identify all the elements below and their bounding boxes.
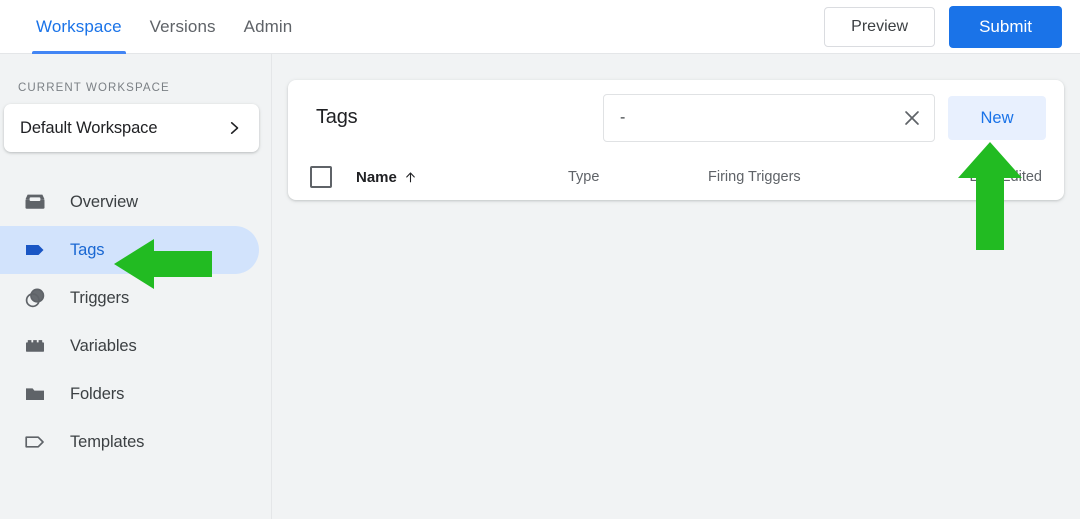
current-workspace-label: CURRENT WORKSPACE — [18, 82, 170, 94]
select-all-checkbox[interactable] — [310, 166, 332, 188]
sidebar: CURRENT WORKSPACE Default Workspace Over… — [0, 54, 272, 519]
column-header-name-label: Name — [356, 168, 397, 186]
overlapping-circles-icon — [22, 285, 48, 311]
search-field-wrapper — [603, 94, 935, 142]
top-bar-actions: Preview Submit — [824, 0, 1062, 54]
sidebar-item-variables-label: Variables — [70, 336, 137, 355]
main-content: Tags New Name — [272, 54, 1080, 519]
new-tag-button[interactable]: New — [948, 96, 1046, 140]
column-header-type[interactable]: Type — [568, 169, 599, 185]
table-header-row: Name Type Firing Triggers Last Edited — [288, 154, 1064, 200]
sidebar-item-variables[interactable]: Variables — [0, 322, 259, 370]
search-input[interactable] — [604, 95, 890, 141]
overview-box-icon — [22, 189, 48, 215]
sidebar-item-overview[interactable]: Overview — [0, 178, 259, 226]
sidebar-item-folders[interactable]: Folders — [0, 370, 259, 418]
arrow-up-icon — [404, 171, 417, 184]
workspace-selector[interactable]: Default Workspace — [4, 104, 259, 152]
sidebar-item-templates[interactable]: Templates — [0, 418, 259, 466]
column-header-last-edited[interactable]: Last Edited — [969, 169, 1042, 185]
sidebar-item-overview-label: Overview — [70, 192, 138, 211]
sidebar-item-triggers[interactable]: Triggers — [0, 274, 259, 322]
tag-outline-icon — [22, 429, 48, 455]
submit-button[interactable]: Submit — [949, 6, 1062, 48]
sidebar-item-folders-label: Folders — [70, 384, 125, 403]
tab-admin-label: Admin — [243, 16, 293, 36]
tab-admin[interactable]: Admin — [230, 0, 307, 54]
preview-button[interactable]: Preview — [824, 7, 936, 47]
column-header-firing-triggers[interactable]: Firing Triggers — [708, 169, 801, 185]
page-title: Tags — [316, 105, 358, 128]
sidebar-nav-list: Overview Tags Triggers Variables Folders… — [0, 178, 271, 466]
close-x-icon[interactable] — [890, 95, 934, 141]
chevron-right-icon — [227, 121, 241, 135]
gtm-workspace-screen: Workspace Versions Admin Preview Submit … — [0, 0, 1080, 519]
tags-card: Tags New Name — [288, 80, 1064, 200]
tab-versions-label: Versions — [149, 16, 216, 36]
tags-card-header: Tags New — [288, 80, 1064, 154]
tab-workspace[interactable]: Workspace — [22, 0, 136, 54]
submit-button-label: Submit — [979, 17, 1032, 36]
column-header-name[interactable]: Name — [356, 169, 417, 186]
workspace-name: Default Workspace — [20, 118, 158, 137]
tab-workspace-label: Workspace — [36, 16, 122, 36]
folder-icon — [22, 381, 48, 407]
preview-button-label: Preview — [851, 18, 909, 35]
top-navigation-bar: Workspace Versions Admin Preview Submit — [0, 0, 1080, 54]
tab-versions[interactable]: Versions — [136, 0, 230, 54]
sidebar-item-triggers-label: Triggers — [70, 288, 130, 307]
sidebar-item-tags-label: Tags — [70, 240, 105, 259]
tab-list: Workspace Versions Admin — [0, 0, 306, 54]
new-tag-button-label: New — [980, 108, 1014, 127]
variables-brick-icon — [22, 333, 48, 359]
sidebar-item-templates-label: Templates — [70, 432, 145, 451]
sidebar-item-tags[interactable]: Tags — [0, 226, 259, 274]
tag-filled-icon — [22, 237, 48, 263]
